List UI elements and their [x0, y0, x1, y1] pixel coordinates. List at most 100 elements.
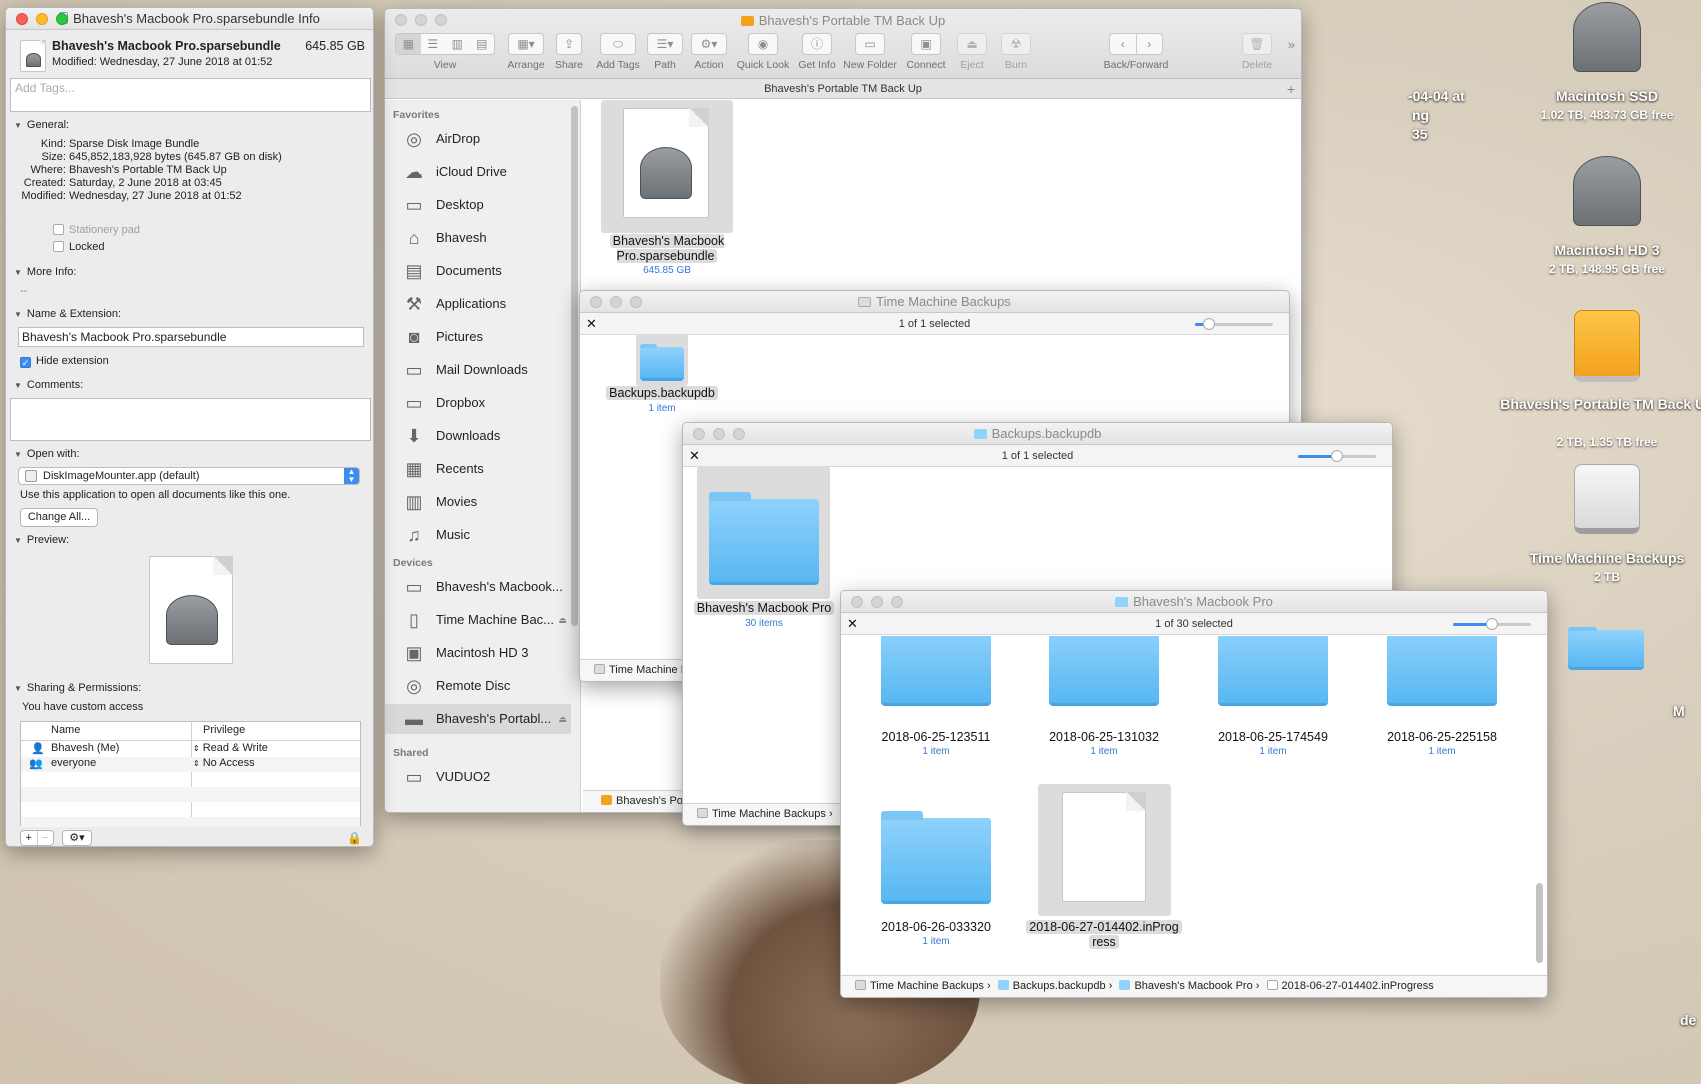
comments-field[interactable] — [10, 398, 371, 441]
sidebar-scrollbar[interactable] — [571, 106, 578, 626]
icon-size-slider[interactable] — [1298, 450, 1376, 462]
stationery-checkbox[interactable]: Stationery pad — [53, 224, 140, 236]
path-segment[interactable]: 2018-06-27-014402.inProgress — [1282, 980, 1434, 992]
open-with-select[interactable]: DiskImageMounter.app (default) ▲ ▼ — [18, 467, 360, 485]
stepper-icon: ⇕ — [193, 744, 200, 753]
close-button[interactable] — [851, 596, 863, 608]
zoom-button[interactable] — [630, 296, 642, 308]
path-segment[interactable]: Time Machine Backups — [870, 980, 984, 992]
minimize-button[interactable] — [415, 14, 427, 26]
sidebar-item-airdrop[interactable]: ◎ AirDrop — [385, 124, 571, 154]
file-name-heading: Bhavesh's Macbook Pro.sparsebundle — [52, 39, 281, 53]
column-header-privilege[interactable]: Privilege — [203, 724, 245, 736]
preview-section-toggle[interactable]: Preview: — [14, 534, 69, 546]
sharing-section-toggle[interactable]: Sharing & Permissions: — [14, 682, 141, 694]
close-tab-icon[interactable]: ✕ — [847, 613, 858, 635]
perm-privilege[interactable]: ⇕ Read & Write — [193, 742, 268, 754]
close-tab-icon[interactable]: ✕ — [689, 445, 700, 467]
gear-menu-button[interactable]: ⚙▾ — [62, 830, 92, 846]
more-info-value: -- — [20, 285, 28, 297]
slider-knob[interactable] — [1486, 618, 1498, 630]
comments-section-toggle[interactable]: Comments: — [14, 379, 83, 391]
desktop-folder-icon[interactable] — [1568, 626, 1644, 670]
eject-icon[interactable]: ⏏ — [558, 605, 567, 635]
item-label: 2018-06-25-131032 — [1049, 730, 1159, 744]
sidebar-item-bhavesh[interactable]: ⌂ Bhavesh — [385, 223, 571, 253]
window-title: Bhavesh's Portable TM Back Up — [758, 13, 946, 28]
path-segment[interactable]: Time Machine Backups — [712, 808, 826, 820]
stepper-icon: ⇕ — [193, 759, 200, 768]
open-with-section-toggle[interactable]: Open with: — [14, 448, 80, 460]
icon-size-slider[interactable] — [1453, 618, 1531, 630]
hard-drive-icon — [1573, 156, 1641, 226]
minimize-button[interactable] — [36, 13, 48, 25]
slider-knob[interactable] — [1331, 450, 1343, 462]
table-row[interactable]: 👥 everyone ⇕ No Access — [21, 757, 360, 772]
path-segment[interactable]: Bhavesh's Port — [616, 795, 690, 807]
tab-title[interactable]: Bhavesh's Portable TM Back Up — [764, 83, 922, 95]
get-info-window: Bhavesh's Macbook Pro.sparsebundle Info … — [5, 7, 374, 847]
add-tab-icon[interactable]: + — [1287, 79, 1295, 99]
sidebar-item-macbook[interactable]: ▭ Bhavesh's Macbook... — [385, 572, 571, 602]
sidebar-item-pictures[interactable]: ◙ Pictures — [385, 322, 571, 352]
sidebar-item-desktop[interactable]: ▭ Desktop — [385, 190, 571, 220]
sidebar-item-music[interactable]: ♫ Music — [385, 520, 571, 550]
eject-icon[interactable]: ⏏ — [558, 704, 567, 734]
close-tab-icon[interactable]: ✕ — [586, 313, 597, 335]
table-row[interactable]: 👤 Bhavesh (Me) ⇕ Read & Write — [21, 742, 360, 757]
minimize-button[interactable] — [871, 596, 883, 608]
sidebar-item-downloads[interactable]: ⬇ Downloads — [385, 421, 571, 451]
name-extension-section-toggle[interactable]: Name & Extension: — [14, 308, 121, 320]
minimize-button[interactable] — [610, 296, 622, 308]
applications-icon: ⚒ — [405, 294, 423, 314]
add-icon[interactable]: + — [21, 831, 38, 845]
sidebar-item-macintosh-hd-3[interactable]: ▣ Macintosh HD 3 — [385, 638, 571, 668]
window-controls — [851, 596, 903, 608]
more-info-section-toggle[interactable]: More Info: — [14, 266, 77, 278]
close-button[interactable] — [16, 13, 28, 25]
close-button[interactable] — [395, 14, 407, 26]
desktop-label-partial: M — [1673, 703, 1685, 719]
icon-size-slider[interactable] — [1195, 318, 1273, 330]
perm-privilege[interactable]: ⇕ No Access — [193, 757, 255, 769]
close-button[interactable] — [693, 428, 705, 440]
sidebar-item-applications[interactable]: ⚒ Applications — [385, 289, 571, 319]
sidebar-item-remote-disc[interactable]: ◎ Remote Disc — [385, 671, 571, 701]
close-button[interactable] — [590, 296, 602, 308]
vertical-scrollbar[interactable] — [1536, 883, 1543, 963]
column-header-name[interactable]: Name — [51, 724, 80, 736]
sidebar-item-icloud-drive[interactable]: ☁ iCloud Drive — [385, 157, 571, 187]
zoom-button[interactable] — [891, 596, 903, 608]
sidebar-item-portable-tm[interactable]: ▬ Bhavesh's Portabl... ⏏ — [385, 704, 571, 734]
folder-icon — [1218, 636, 1328, 706]
detail-key: Size: — [41, 151, 66, 163]
sidebar-item-recents[interactable]: ▦ Recents — [385, 454, 571, 484]
sidebar-item-time-machine[interactable]: ▯ Time Machine Bac... ⏏ — [385, 605, 571, 635]
desktop-label-partial: ng — [1412, 107, 1430, 123]
sidebar-header-favorites: Favorites — [393, 109, 440, 121]
sidebar-item-dropbox[interactable]: ▭ Dropbox — [385, 388, 571, 418]
desktop-icon-sub: 2 TB — [1593, 570, 1620, 584]
sidebar-item-vuduo2[interactable]: ▭ VUDUO2 — [385, 762, 571, 792]
hide-extension-checkbox[interactable]: ✓ Hide extension — [20, 355, 109, 368]
name-field[interactable]: Bhavesh's Macbook Pro.sparsebundle — [18, 327, 364, 347]
sidebar-item-movies[interactable]: ▥ Movies — [385, 487, 571, 517]
path-segment[interactable]: Backups.backupdb — [1013, 980, 1106, 992]
path-segment[interactable]: Time Machine B — [609, 664, 688, 676]
path-segment[interactable]: Bhavesh's Macbook Pro — [1134, 980, 1252, 992]
zoom-button[interactable] — [733, 428, 745, 440]
item-label: 2018-06-25-123511 — [881, 730, 991, 744]
minimize-button[interactable] — [713, 428, 725, 440]
lock-icon[interactable]: 🔒 — [347, 831, 362, 845]
sidebar-item-mail-downloads[interactable]: ▭ Mail Downloads — [385, 355, 571, 385]
tags-field[interactable]: Add Tags... — [10, 78, 371, 112]
remove-icon[interactable]: − — [38, 831, 54, 845]
zoom-button[interactable] — [435, 14, 447, 26]
slider-knob[interactable] — [1203, 318, 1216, 330]
sidebar-item-documents[interactable]: ▤ Documents — [385, 256, 571, 286]
change-all-button[interactable]: Change All... — [20, 508, 98, 527]
general-section-toggle[interactable]: General: — [14, 119, 69, 131]
locked-checkbox[interactable]: Locked — [53, 241, 104, 253]
zoom-button[interactable] — [56, 13, 68, 25]
music-note-icon: ♫ — [407, 525, 421, 545]
